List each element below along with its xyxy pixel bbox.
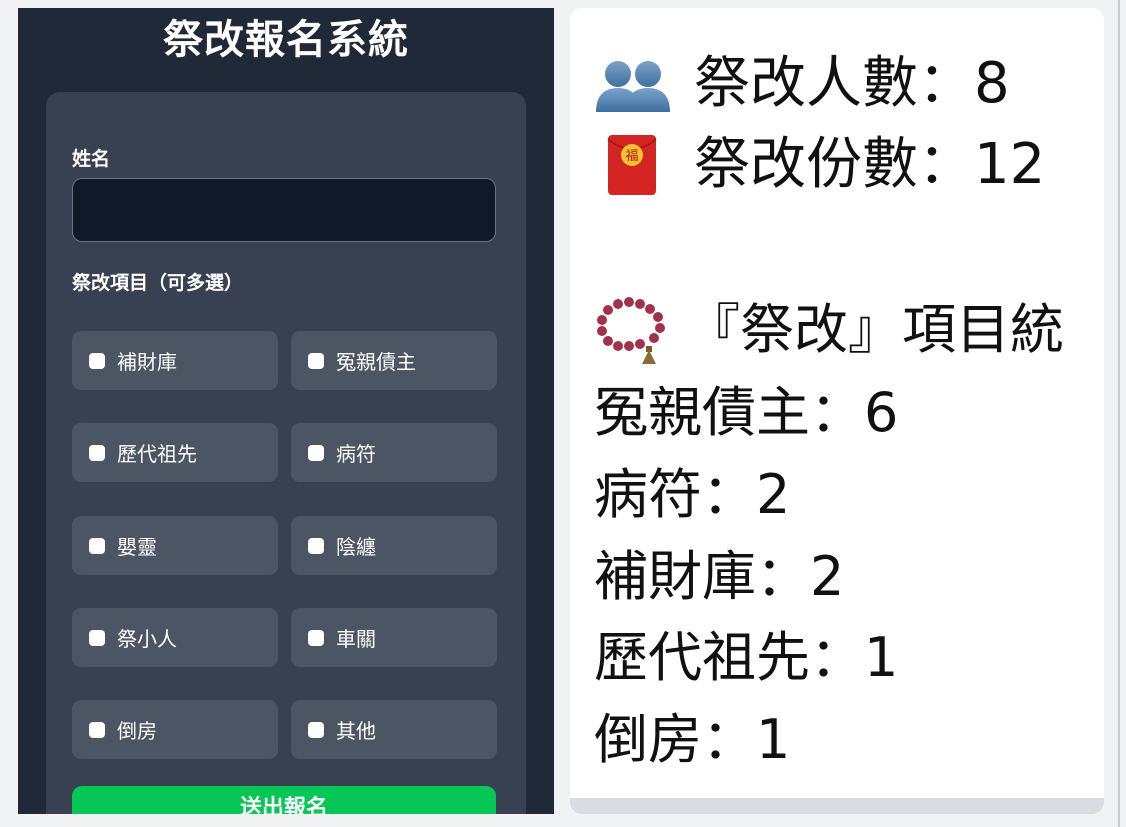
checkbox[interactable] xyxy=(89,352,105,369)
form-card: 姓名 祭改項目（可多選） 補財庫 冤親債主 歷代祖先 病符 嬰靈 陰纏 祭小人 … xyxy=(46,92,526,814)
option-label: 歷代祖先 xyxy=(117,442,197,466)
item-stat-line: 病符：2 xyxy=(594,459,790,531)
checkbox[interactable] xyxy=(89,537,105,554)
people-count-line: 祭改人數：8 xyxy=(594,48,1010,120)
items-heading-text: 『祭改』項目統 xyxy=(686,298,1064,361)
option-label: 車關 xyxy=(336,627,376,651)
option-病符[interactable]: 病符 xyxy=(291,423,497,482)
checkbox[interactable] xyxy=(308,352,324,369)
item-stat-text: 冤親債主：6 xyxy=(594,381,899,444)
option-label: 祭小人 xyxy=(117,627,177,651)
panel-bottom-shade xyxy=(570,798,1104,814)
item-stat-line: 歷代祖先：1 xyxy=(594,622,898,694)
checkbox[interactable] xyxy=(89,444,105,461)
option-陰纏[interactable]: 陰纏 xyxy=(291,516,497,575)
option-冤親債主[interactable]: 冤親債主 xyxy=(291,331,497,390)
items-label: 祭改項目（可多選） xyxy=(72,272,244,294)
item-stat-text: 倒房：1 xyxy=(594,708,791,771)
items-heading-line: 『祭改』項目統 xyxy=(594,294,1064,366)
option-label: 冤親債主 xyxy=(336,350,416,374)
checkbox[interactable] xyxy=(89,721,105,738)
option-祭小人[interactable]: 祭小人 xyxy=(72,608,278,667)
form-title: 祭改報名系統 xyxy=(163,17,409,63)
item-stat-line: 冤親債主：6 xyxy=(594,377,898,449)
option-label: 補財庫 xyxy=(117,350,177,374)
option-label: 病符 xyxy=(336,442,376,466)
checkbox[interactable] xyxy=(308,721,324,738)
option-label: 陰纏 xyxy=(336,535,376,559)
option-倒房[interactable]: 倒房 xyxy=(72,700,278,759)
copies-count-text: 祭改份數：12 xyxy=(694,132,1046,197)
option-車關[interactable]: 車關 xyxy=(291,608,497,667)
option-label: 倒房 xyxy=(117,719,157,743)
option-其他[interactable]: 其他 xyxy=(291,700,497,759)
checkbox[interactable] xyxy=(89,629,105,646)
name-label: 姓名 xyxy=(72,148,111,170)
copies-count-line: 福 祭改份數：12 xyxy=(594,129,1045,201)
checkbox[interactable] xyxy=(308,629,324,646)
option-label: 嬰靈 xyxy=(117,535,157,559)
option-嬰靈[interactable]: 嬰靈 xyxy=(72,516,278,575)
option-label: 其他 xyxy=(336,719,376,743)
statistics-panel: 祭改人數：8 福 祭改份數：12 『祭改』項目統 冤親債主：6 病符：2 補財庫… xyxy=(570,8,1104,814)
option-歷代祖先[interactable]: 歷代祖先 xyxy=(72,423,278,482)
name-input[interactable] xyxy=(72,178,496,242)
item-stat-text: 補財庫：2 xyxy=(594,545,845,608)
checkbox[interactable] xyxy=(308,444,324,461)
red-envelope-icon: 福 xyxy=(606,133,658,197)
busts-in-silhouette-icon xyxy=(594,52,672,116)
item-stat-line: 倒房：1 xyxy=(594,704,790,776)
checkbox[interactable] xyxy=(308,537,324,554)
submit-button[interactable]: 送出報名 xyxy=(72,786,496,814)
frame-divider xyxy=(1118,0,1120,827)
item-stat-text: 歷代祖先：1 xyxy=(594,626,899,689)
envelope-char: 福 xyxy=(625,149,638,164)
option-補財庫[interactable]: 補財庫 xyxy=(72,331,278,390)
people-count-text: 祭改人數：8 xyxy=(694,51,1010,116)
registration-form-panel: 祭改報名系統 姓名 祭改項目（可多選） 補財庫 冤親債主 歷代祖先 病符 嬰靈 … xyxy=(18,8,554,814)
item-stat-line: 補財庫：2 xyxy=(594,541,844,613)
prayer-beads-icon xyxy=(594,294,672,366)
item-stat-text: 病符：2 xyxy=(594,463,791,526)
